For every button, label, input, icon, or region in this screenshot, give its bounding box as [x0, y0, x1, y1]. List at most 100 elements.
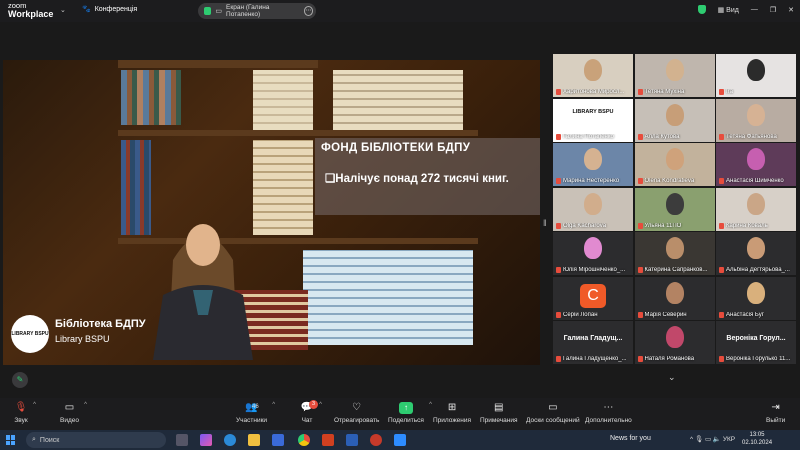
- gallery-scroll-down-icon[interactable]: ⌄: [668, 372, 676, 383]
- participant-video: [747, 59, 765, 81]
- participant-video: [665, 237, 684, 259]
- minimize-icon[interactable]: —: [751, 6, 758, 13]
- news-widget[interactable]: News for you: [610, 435, 651, 442]
- participant-tile[interactable]: Вероніка Горул... Вероніка Горулько 11...: [716, 321, 796, 364]
- participant-tile[interactable]: Тетяна Мухіна: [634, 54, 715, 97]
- copilot-icon[interactable]: [200, 434, 212, 446]
- video-button[interactable]: ▭ Видео ^: [60, 402, 87, 424]
- participant-tile[interactable]: Катерина Сапранков...: [634, 232, 715, 275]
- taskbar-search-input[interactable]: ⌕ Поиск: [26, 432, 166, 448]
- participant-tile[interactable]: Альбіна Дегтярьова_...: [716, 232, 796, 275]
- close-icon[interactable]: ✕: [788, 6, 794, 14]
- restore-icon[interactable]: ❐: [770, 6, 776, 14]
- security-shield-icon[interactable]: [697, 5, 706, 14]
- participant-video: [584, 237, 602, 259]
- chrome-icon[interactable]: [298, 434, 310, 446]
- participant-video: [665, 59, 684, 81]
- participant-tile[interactable]: Ульяна 11ПО: [634, 187, 715, 231]
- muted-mic-icon: [719, 178, 724, 184]
- heart-icon: ♡: [352, 402, 362, 413]
- view-button[interactable]: ▦ Вид: [718, 6, 739, 14]
- participant-display-name: Вероніка Горул...: [726, 335, 786, 342]
- file-explorer-icon[interactable]: [248, 434, 260, 446]
- participant-tile[interactable]: Анастасія Буг: [716, 276, 796, 320]
- participant-tile[interactable]: C Серій Лопан: [553, 276, 633, 320]
- apps-button[interactable]: ⊞ Приложения: [433, 402, 471, 424]
- powerpoint-icon[interactable]: [322, 434, 334, 446]
- react-button[interactable]: ♡ Отреагировать: [334, 402, 379, 424]
- participant-tile[interactable]: Марія Северин: [634, 276, 715, 320]
- participant-tile[interactable]: Наталя Романова: [634, 321, 715, 364]
- muted-mic-icon: [719, 356, 724, 362]
- slide-bullet: ❑Налічує понад 272 тисячі книг.: [325, 173, 509, 185]
- participant-name-label: Вероніка Горулько 11...: [719, 356, 794, 362]
- yandex-icon[interactable]: [370, 434, 382, 446]
- library-logo: LIBRARY BSPU: [11, 315, 49, 353]
- muted-mic-icon: [719, 222, 724, 229]
- word-icon[interactable]: [346, 434, 358, 446]
- participant-tile[interactable]: Галина Гладущ... Галина Гладущенко_...: [553, 321, 633, 364]
- zoom-title-bar: zoom Workplace ⌄ 🐾 Конференція ▭ Екран (…: [0, 0, 800, 22]
- muted-mic-icon: [556, 178, 561, 184]
- task-view-icon[interactable]: [176, 434, 188, 446]
- participant-tile[interactable]: Алла Кутова: [634, 98, 715, 142]
- system-tray[interactable]: ^ 🎙 ▭ 🔈 УКР: [690, 435, 735, 443]
- windows-start-icon[interactable]: [6, 435, 16, 445]
- conference-menu[interactable]: 🐾 Конференція: [82, 5, 137, 14]
- participant-tile[interactable]: Марина Нестеренко: [553, 143, 633, 186]
- participant-name-label: Наталя Романова: [637, 356, 713, 362]
- participant-tile[interactable]: Харитонова Миросл...: [553, 54, 633, 97]
- participant-tile[interactable]: Olga Kacharova: [553, 187, 633, 231]
- participant-tile[interactable]: Анастасія Шимченко: [716, 143, 796, 186]
- participants-chevron-icon[interactable]: ^: [272, 402, 275, 408]
- participant-name: Алла Кутова: [644, 133, 680, 140]
- participant-tile[interactable]: Карина Коваль: [716, 187, 796, 231]
- more-button[interactable]: ⋯ Дополнительно: [585, 402, 632, 424]
- audio-options-chevron-icon[interactable]: ^: [33, 402, 36, 408]
- participants-button[interactable]: 👥 46 Участники ^: [236, 402, 275, 424]
- reading-woman-image: [153, 224, 253, 360]
- muted-mic-icon: [556, 89, 561, 95]
- video-options-chevron-icon[interactable]: ^: [84, 402, 87, 408]
- volume-icon: 🔈: [712, 436, 722, 443]
- participant-name-label: Анастасія Буг: [719, 311, 794, 318]
- edge-icon[interactable]: [224, 434, 236, 446]
- zoom-taskbar-icon[interactable]: [394, 434, 406, 446]
- annotate-pencil-icon[interactable]: ✎: [12, 372, 28, 388]
- slide-title: ФОНД БІБЛІОТЕКИ БДПУ: [321, 142, 471, 154]
- notes-button[interactable]: ▤ Примечания: [480, 402, 518, 424]
- participant-tile[interactable]: Юлія Мірошніченко_...: [553, 232, 633, 275]
- muted-mic-icon: [556, 356, 561, 362]
- participant-tile[interactable]: Ira: [716, 54, 796, 97]
- participant-name: Юлія Мірошніченко_...: [563, 267, 626, 273]
- chat-chevron-icon[interactable]: ^: [319, 402, 322, 408]
- store-icon[interactable]: [272, 434, 284, 446]
- participant-tile[interactable]: Olena Kondratieva: [634, 143, 715, 186]
- muted-mic-icon: [637, 222, 643, 229]
- more-icon[interactable]: ⋯: [303, 6, 313, 16]
- participant-name: Тетяна Мухіна: [644, 89, 685, 95]
- whiteboards-button[interactable]: ▭ Доски сообщений: [526, 402, 580, 424]
- windows-taskbar: ⌕ Поиск News for you ^ 🎙 ▭ 🔈 УКР 13:05 0…: [0, 430, 800, 450]
- participant-name-label: Ira: [719, 89, 794, 95]
- participant-video: [665, 326, 684, 348]
- panel-splitter-handle[interactable]: ‖: [543, 218, 547, 228]
- participant-name: Анастасія Шимченко: [726, 178, 784, 184]
- audio-button[interactable]: 🎙 Звук ^: [14, 402, 36, 424]
- chat-button[interactable]: 💬 3 Чат ^: [300, 400, 322, 424]
- share-chevron-icon[interactable]: ^: [429, 402, 432, 408]
- muted-mic-icon: [719, 267, 724, 273]
- muted-mic-icon: [719, 89, 724, 95]
- screen-share-pill[interactable]: ▭ Екран (Галина Потапенко) ⋯: [198, 3, 316, 19]
- participant-name: Ульяна 11ПО: [644, 222, 682, 229]
- participant-tile[interactable]: Тетяна Фатьянова: [716, 98, 796, 142]
- leave-button[interactable]: ⇥ Выйти: [766, 402, 785, 424]
- chevron-up-icon: ^: [690, 436, 694, 443]
- share-screen-button[interactable]: ↑ Поделиться ^: [388, 402, 432, 424]
- more-dots-icon: ⋯: [603, 402, 614, 413]
- muted-mic-icon: [556, 222, 561, 229]
- library-name: Бібліотека БДПУ: [55, 318, 146, 330]
- app-menu-chevron-icon[interactable]: ⌄: [60, 6, 66, 14]
- participant-tile[interactable]: LIBRARY BSPU Галина Потапенко: [553, 98, 633, 142]
- taskbar-clock[interactable]: 13:05 02.10.2024: [742, 431, 772, 447]
